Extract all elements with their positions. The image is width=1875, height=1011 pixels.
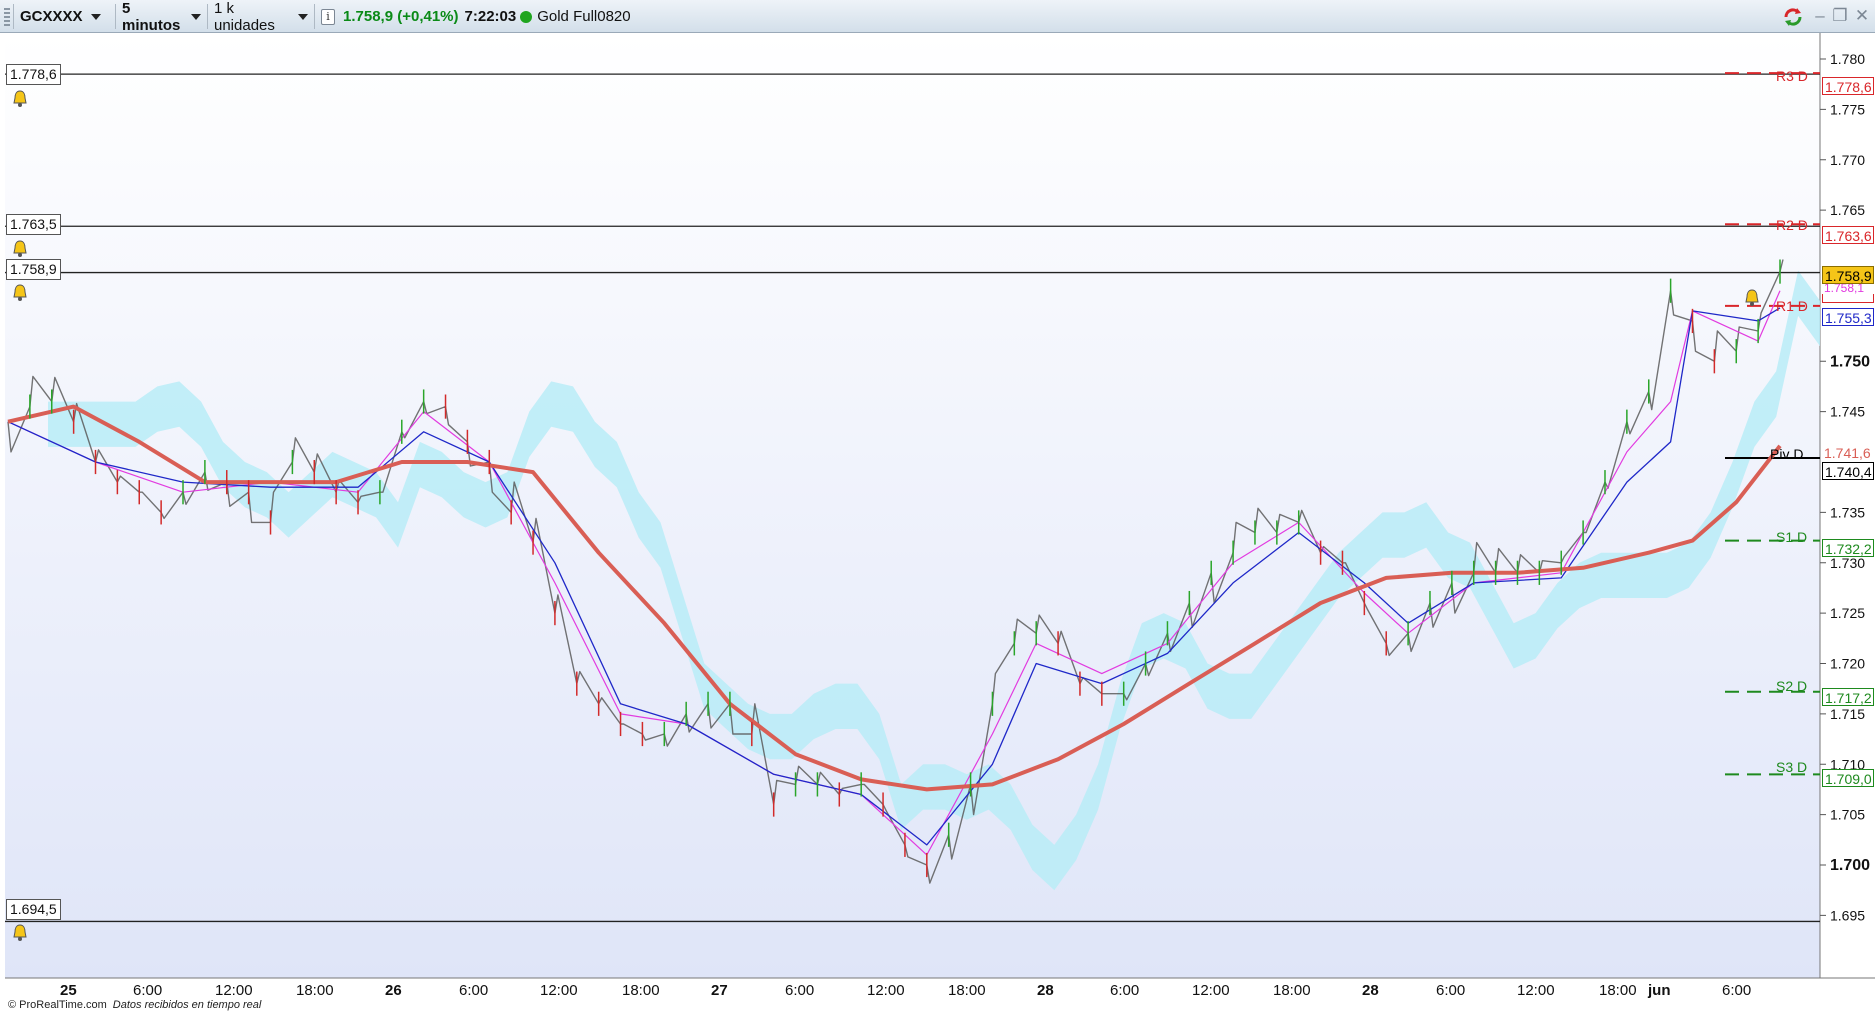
x-tick-label: 28 xyxy=(1037,982,1054,999)
pivot-label-piv: Piv D xyxy=(1770,446,1804,462)
y-tick-label: 1.750 xyxy=(1830,353,1870,370)
chart-toolbar: GCXXXX 5 minutos 1 k unidades i 1.758,9 … xyxy=(0,0,1875,34)
x-tick-label: 25 xyxy=(60,982,77,999)
bell-alert-icon[interactable] xyxy=(10,923,30,943)
chevron-down-icon xyxy=(298,13,308,20)
y-tick-label: 1.765 xyxy=(1830,202,1865,218)
pivot-tag-r3: 1.778,6 xyxy=(1822,77,1874,95)
pivot-label-s2: S2 D xyxy=(1776,678,1808,694)
y-tick-label: 1.715 xyxy=(1830,706,1865,722)
y-tick-label: 1.770 xyxy=(1830,152,1865,168)
bell-alert-icon[interactable] xyxy=(1742,288,1762,308)
pivot-tag-piv: 1.740,4 xyxy=(1822,462,1874,480)
x-tick-label: 6:00 xyxy=(1436,982,1466,999)
bell-alert-icon[interactable] xyxy=(10,239,30,259)
x-tick-label: 27 xyxy=(711,982,728,999)
pivot-label-r1: R1 D xyxy=(1776,298,1808,314)
x-tick-label: 12:00 xyxy=(1192,982,1230,999)
refresh-icon[interactable] xyxy=(1782,6,1802,26)
y-tick-label: 1.775 xyxy=(1830,101,1865,117)
pivot-label-s3: S3 D xyxy=(1776,759,1808,775)
instrument-name: Gold Full0820 xyxy=(537,8,631,25)
chart-area[interactable]: 1.780 1.775 1.770 1.765 1.750 1.745 1.735 1.730… xyxy=(0,33,1875,1011)
close-icon[interactable]: ✕ xyxy=(1852,6,1872,26)
x-tick-label: 6:00 xyxy=(785,982,815,999)
x-tick-label: 12:00 xyxy=(540,982,578,999)
y-tick-label: 1.705 xyxy=(1830,807,1865,823)
quote-time: 7:22:03 xyxy=(464,8,517,25)
x-tick-label: 6:00 xyxy=(133,982,163,999)
last-price: 1.758,9 (+0,41%) xyxy=(343,8,459,25)
x-tick-label: 28 xyxy=(1362,982,1379,999)
x-tick-label: 6:00 xyxy=(1722,982,1752,999)
x-tick-label: 18:00 xyxy=(1599,982,1637,999)
x-tick-label: 6:00 xyxy=(459,982,489,999)
x-tick-label: 12:00 xyxy=(867,982,905,999)
x-tick-label: 18:00 xyxy=(622,982,660,999)
price-chart[interactable]: 1.7801.7751.7701.7651.7501.7451.7351.730… xyxy=(0,33,1875,1000)
y-tick-label: 1.780 xyxy=(1830,51,1865,67)
hline-label-3[interactable]: 1.758,9 xyxy=(6,259,61,280)
pivot-label-r2: R2 D xyxy=(1776,217,1808,233)
x-tick-label: 18:00 xyxy=(1273,982,1311,999)
toolbar-grip-handle[interactable] xyxy=(0,4,14,29)
pivot-tag-r2: 1.763,6 xyxy=(1822,226,1874,244)
ma-price-tag: 1.741,6 xyxy=(1822,444,1874,462)
pivot-label-r3: R3 D xyxy=(1776,68,1808,84)
data-status-text: Datos recibidos en tiempo real xyxy=(112,999,262,1011)
data-source-footer: © ProRealTime.com Datos recibidos en tiem… xyxy=(8,999,261,1011)
timeframe-label: 5 minutos xyxy=(122,0,181,34)
y-tick-label: 1.700 xyxy=(1830,857,1870,874)
units-selector[interactable]: 1 k unidades xyxy=(208,0,315,34)
x-tick-label: 12:00 xyxy=(1517,982,1555,999)
bell-alert-icon[interactable] xyxy=(10,89,30,109)
x-tick-label: 18:00 xyxy=(948,982,986,999)
r1-price-tag xyxy=(1822,293,1874,303)
hline-label-2[interactable]: 1.763,5 xyxy=(6,214,61,235)
symbol-label: GCXXXX xyxy=(20,8,83,25)
symbol-selector[interactable]: GCXXXX xyxy=(14,4,116,29)
y-tick-label: 1.745 xyxy=(1830,404,1865,420)
hline-label-1[interactable]: 1.778,6 xyxy=(6,64,61,85)
quote-info: i 1.758,9 (+0,41%) 7:22:03 Gold Full0820 xyxy=(315,4,645,29)
y-tick-label: 1.695 xyxy=(1830,907,1865,923)
pivot-label-s1: S1 D xyxy=(1776,529,1808,545)
pivot-tag-s3: 1.709,0 xyxy=(1822,769,1874,787)
copyright-text: © ProRealTime.com xyxy=(8,999,107,1011)
info-icon[interactable]: i xyxy=(321,8,335,25)
market-status-dot xyxy=(520,10,533,23)
chevron-down-icon xyxy=(90,13,101,20)
y-tick-label: 1.735 xyxy=(1830,504,1865,520)
kijun-price-tag: 1.755,3 xyxy=(1822,308,1874,326)
bell-alert-icon[interactable] xyxy=(10,283,30,303)
x-tick-label: 26 xyxy=(385,982,402,999)
minimize-icon[interactable]: – xyxy=(1810,6,1830,26)
x-tick-label: 18:00 xyxy=(296,982,334,999)
y-tick-label: 1.720 xyxy=(1830,656,1865,672)
x-tick-label: jun xyxy=(1648,982,1671,999)
hline-label-4[interactable]: 1.694,5 xyxy=(6,899,61,920)
x-tick-label: 6:00 xyxy=(1110,982,1140,999)
x-tick-label: 12:00 xyxy=(215,982,253,999)
y-tick-label: 1.725 xyxy=(1830,605,1865,621)
restore-icon[interactable]: ❐ xyxy=(1830,6,1850,26)
units-label: 1 k unidades xyxy=(214,0,275,34)
timeframe-selector[interactable]: 5 minutos xyxy=(116,0,208,34)
chevron-down-icon xyxy=(191,13,201,20)
pivot-tag-s2: 1.717,2 xyxy=(1822,688,1874,706)
last-price-tag: 1.758,9 xyxy=(1822,266,1874,284)
pivot-tag-s1: 1.732,2 xyxy=(1822,539,1874,557)
